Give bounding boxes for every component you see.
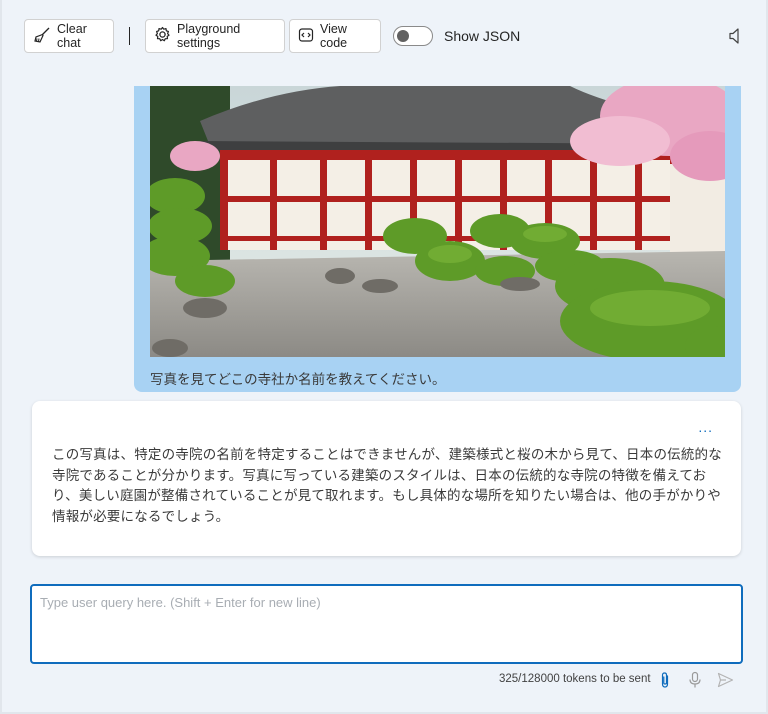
microphone-icon[interactable] bbox=[688, 671, 702, 694]
user-message-text: 写真を見てどこの寺社か名前を教えてください。 bbox=[150, 372, 446, 387]
gear-icon bbox=[154, 26, 177, 46]
speaker-icon[interactable] bbox=[728, 27, 742, 50]
token-count: 325/128000 tokens to be sent bbox=[499, 673, 651, 685]
temple-photo bbox=[150, 86, 725, 357]
show-json-toggle[interactable] bbox=[393, 26, 433, 46]
view-code-button[interactable]: View code bbox=[289, 19, 381, 53]
assistant-message-text: この写真は、特定の寺院の名前を特定することはできませんが、建築様式と桜の木から見… bbox=[52, 447, 722, 524]
playground-settings-button[interactable]: Playground settings bbox=[145, 19, 285, 53]
user-message: 写真を見てどこの寺社か名前を教えてください。 bbox=[134, 86, 741, 392]
toolbar-divider bbox=[129, 27, 130, 45]
query-input-box bbox=[30, 584, 743, 664]
view-code-label: View code bbox=[320, 22, 348, 50]
playground-settings-label: Playground settings bbox=[177, 22, 241, 50]
toggle-knob bbox=[397, 30, 409, 42]
broom-icon bbox=[33, 26, 57, 47]
paperclip-icon[interactable] bbox=[659, 671, 671, 694]
code-icon bbox=[298, 27, 320, 46]
chat-playground: Clear chat Playground settings View code… bbox=[0, 0, 768, 714]
assistant-message: ... この写真は、特定の寺院の名前を特定することはできませんが、建築様式と桜の… bbox=[32, 401, 741, 556]
query-input[interactable] bbox=[32, 586, 741, 662]
more-options-button[interactable]: ... bbox=[698, 419, 713, 435]
clear-chat-label: Clear chat bbox=[57, 22, 87, 50]
show-json-label: Show JSON bbox=[444, 28, 521, 44]
toolbar: Clear chat Playground settings View code… bbox=[24, 18, 520, 54]
send-icon[interactable] bbox=[717, 672, 734, 693]
clear-chat-button[interactable]: Clear chat bbox=[24, 19, 114, 53]
